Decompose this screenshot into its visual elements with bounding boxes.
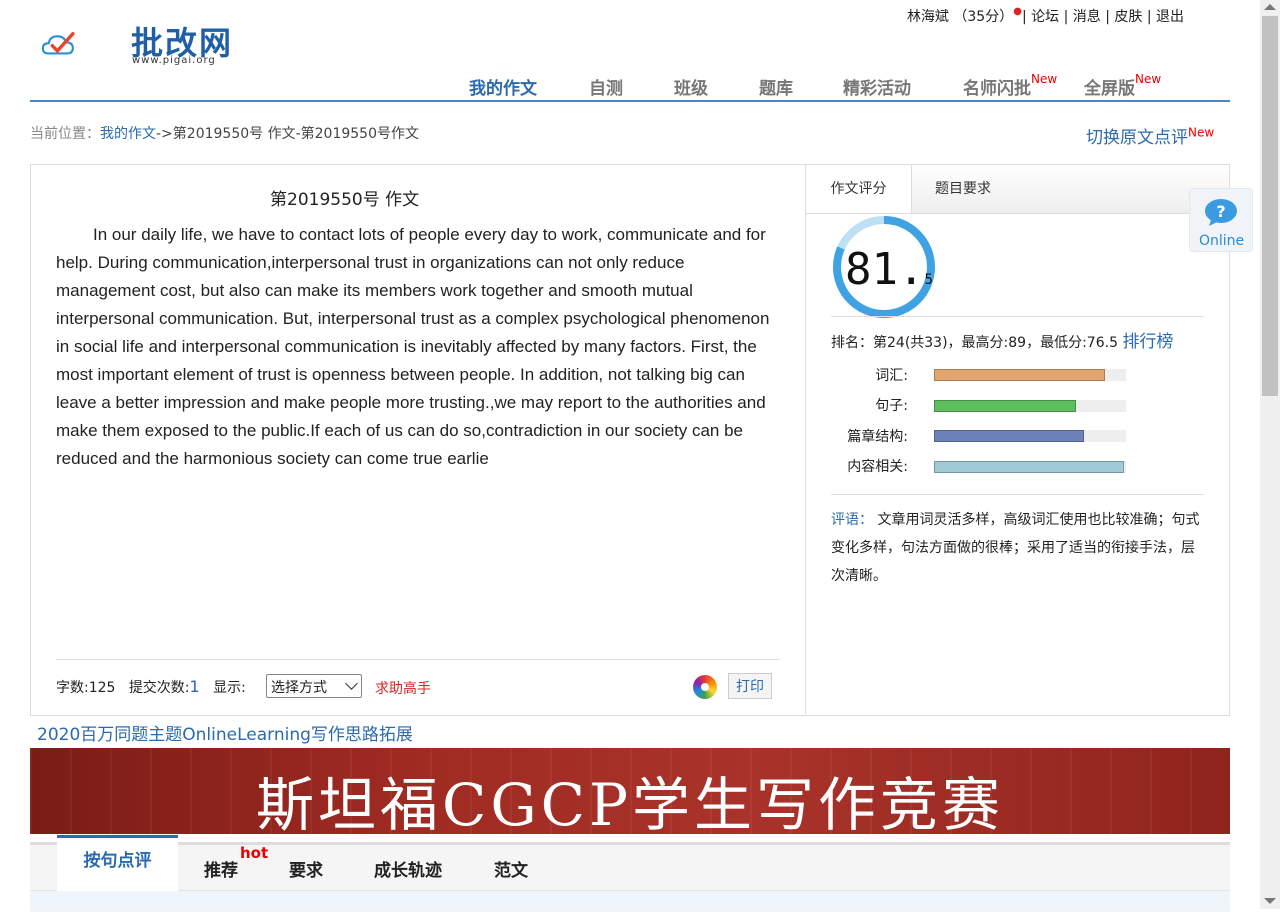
breadcrumb: 当前位置：我的作文->第2019550号 作文-第2019550号作文 <box>30 123 419 143</box>
display-label: 显示: <box>213 680 246 696</box>
comment-text: 文章用词灵活多样，高级词汇使用也比较准确；句式变化多样，句法方面做的很棒；采用了… <box>831 512 1200 584</box>
nav-question-bank[interactable]: 题库 <box>759 74 793 99</box>
comment-label: 评语： <box>831 512 873 528</box>
tab-growth[interactable]: 成长轨迹 <box>374 856 442 881</box>
display-mode-select[interactable]: 选择方式 <box>266 674 362 698</box>
score-value: 81.5 <box>845 244 933 295</box>
divider <box>831 316 1204 317</box>
tab-requirements[interactable]: 题目要求 <box>912 165 1014 213</box>
hot-badge: hot <box>240 844 269 862</box>
bar-fill-content <box>934 461 1125 473</box>
nav-class[interactable]: 班级 <box>674 74 708 99</box>
bar-track-structure <box>934 430 1126 442</box>
nav-self-test[interactable]: 自测 <box>589 74 623 99</box>
word-count: 字数:125 <box>56 680 116 696</box>
tab-sample-essays[interactable]: 范文 <box>494 856 528 881</box>
bar-label-structure: 篇章结构: <box>847 429 908 445</box>
essay-stats: 字数:125 提交次数:1 显示: <box>56 677 246 697</box>
user-links: 林海斌 （35分）●| 论坛 | 消息 | 皮肤 | 退出 <box>906 6 1184 26</box>
tab-sentence-review[interactable]: 按句点评 <box>57 835 178 891</box>
link-messages[interactable]: 消息 <box>1073 6 1101 26</box>
print-button[interactable]: 打印 <box>728 673 772 699</box>
new-badge: New <box>1188 125 1215 140</box>
link-logout[interactable]: 退出 <box>1156 6 1184 26</box>
ask-expert-link[interactable]: 求助高手 <box>375 678 431 698</box>
user-name[interactable]: 林海斌 <box>907 6 949 26</box>
main-nav: 我的作文 自测 班级 题库 精彩活动 名师闪批New 全屏版New <box>30 64 1230 102</box>
breadcrumb-current: ->第2019550号 作文-第2019550号作文 <box>156 126 419 142</box>
breadcrumb-prefix: 当前位置： <box>30 126 100 142</box>
teacher-comment: 评语： 文章用词灵活多样，高级词汇使用也比较准确；句式变化多样，句法方面做的很棒… <box>831 506 1203 590</box>
switch-annotation-link[interactable]: 切换原文点评New <box>1086 123 1214 148</box>
tab-essay-score[interactable]: 作文评分 <box>806 165 912 213</box>
divider <box>56 659 780 660</box>
essay-title: 第2019550号 作文 <box>270 190 420 210</box>
rank-text: 排名：第24(共33)，最高分:89，最低分:76.5 <box>831 335 1118 351</box>
bar-fill-structure <box>934 430 1084 442</box>
svg-text:?: ? <box>1216 202 1225 221</box>
chevron-down-icon <box>345 677 358 690</box>
new-badge: New <box>1031 72 1058 87</box>
bar-label-vocab: 词汇: <box>875 368 908 384</box>
competition-banner[interactable]: 斯坦福CGCP学生写作竞赛 <box>30 748 1230 834</box>
scroll-down-icon[interactable] <box>1264 898 1276 904</box>
chat-help-icon: ? <box>1205 199 1237 226</box>
tab-recommend[interactable]: 推荐 <box>204 856 238 881</box>
bar-label-sentence: 句子: <box>875 398 908 414</box>
scrollbar-thumb[interactable] <box>1262 16 1278 396</box>
bar-fill-vocab <box>934 369 1105 381</box>
scroll-up-icon[interactable] <box>1264 4 1276 10</box>
banner-title: 斯坦福CGCP学生写作竞赛 <box>255 771 1005 834</box>
online-label: Online <box>1199 233 1245 249</box>
essay-body: In our daily life, we have to contact lo… <box>56 225 770 468</box>
new-badge: New <box>1135 72 1162 87</box>
link-forum[interactable]: 论坛 <box>1031 6 1059 26</box>
nav-fullscreen[interactable]: 全屏版New <box>1084 72 1162 99</box>
link-skin[interactable]: 皮肤 <box>1114 6 1142 26</box>
leaderboard-link[interactable]: 排行榜 <box>1122 332 1173 352</box>
breadcrumb-link-my-essays[interactable]: 我的作文 <box>100 126 156 142</box>
bar-track-content <box>934 461 1126 473</box>
rank-info: 排名：第24(共33)，最高分:89，最低分:76.5 排行榜 <box>831 327 1173 352</box>
user-points: （35分） <box>953 9 1014 25</box>
bar-track-sentence <box>934 400 1126 412</box>
bar-track-vocab <box>934 369 1126 381</box>
divider <box>831 494 1204 495</box>
promo-link[interactable]: 2020百万同题主题OnlineLearning写作思路拓展 <box>37 720 413 745</box>
nav-teacher-flash[interactable]: 名师闪批New <box>963 72 1058 99</box>
nav-my-essays[interactable]: 我的作文 <box>469 74 537 99</box>
submit-count-label: 提交次数: <box>128 680 190 696</box>
nav-activities[interactable]: 精彩活动 <box>843 74 911 99</box>
tab-content-area <box>30 890 1230 910</box>
tab-requirements-bottom[interactable]: 要求 <box>289 856 323 881</box>
notify-dot-icon: ● <box>1013 6 1022 17</box>
submit-count[interactable]: 1 <box>190 677 200 696</box>
color-palette-icon[interactable] <box>693 675 717 699</box>
bar-label-content: 内容相关: <box>847 459 908 475</box>
bar-fill-sentence <box>934 400 1077 412</box>
